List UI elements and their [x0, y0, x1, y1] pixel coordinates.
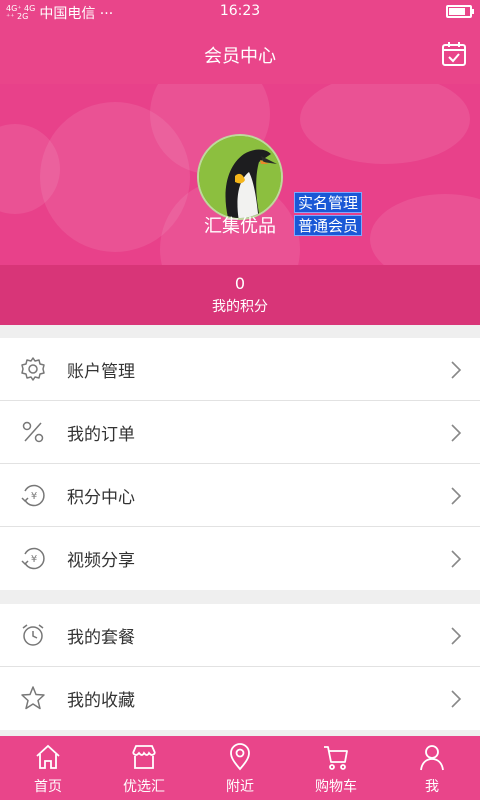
menu-label: 我的订单	[67, 424, 135, 445]
shop-icon	[132, 745, 156, 769]
tab-label: 优选汇	[123, 779, 165, 795]
chevron-right-icon	[451, 627, 462, 645]
yen-exchange-icon: ¥	[21, 547, 45, 570]
svg-text:¥: ¥	[31, 554, 37, 565]
bottom-tab-bar: 首页 优选汇 附近 购物车 我	[0, 736, 480, 800]
chevron-right-icon	[451, 690, 462, 708]
tab-label: 附近	[226, 779, 254, 795]
points-summary[interactable]: 0 我的积分	[0, 265, 480, 325]
profile-header: 汇集优品 实名管理 普通会员	[0, 84, 480, 265]
menu-group-collection: 我的套餐 我的收藏	[0, 604, 480, 730]
location-pin-icon	[230, 743, 250, 771]
menu-item-points-center[interactable]: ¥ 积分中心	[0, 464, 480, 527]
menu-item-orders[interactable]: 我的订单	[0, 401, 480, 464]
calendar-check-icon[interactable]	[440, 40, 468, 68]
menu-label: 账户管理	[67, 361, 135, 382]
menu-item-video-share[interactable]: ¥ 视频分享	[0, 527, 480, 590]
chevron-right-icon	[451, 424, 462, 442]
verify-badge[interactable]: 实名管理	[294, 192, 363, 213]
avatar[interactable]	[197, 134, 283, 220]
page-title: 会员中心	[204, 46, 276, 67]
alarm-clock-icon	[22, 624, 44, 646]
home-icon	[36, 744, 60, 769]
menu-item-favorites[interactable]: 我的收藏	[0, 667, 480, 730]
menu-label: 我的套餐	[67, 627, 135, 648]
nav-bar: 会员中心	[0, 24, 480, 84]
status-time: 16:23	[219, 3, 261, 19]
tab-cart[interactable]: 购物车	[288, 736, 384, 800]
user-icon	[420, 745, 444, 771]
tab-label: 购物车	[315, 779, 357, 795]
penguin-avatar-image	[199, 136, 281, 218]
chevron-right-icon	[451, 361, 462, 379]
chevron-right-icon	[451, 487, 462, 505]
tab-nearby[interactable]: 附近	[192, 736, 288, 800]
menu-item-account[interactable]: 账户管理	[0, 338, 480, 401]
gear-icon	[21, 357, 45, 381]
tab-label: 首页	[34, 779, 62, 795]
battery-icon	[446, 5, 474, 18]
yen-exchange-icon: ¥	[21, 484, 45, 507]
tab-me[interactable]: 我	[384, 736, 480, 800]
member-level-badge[interactable]: 普通会员	[294, 215, 363, 236]
menu-label: 我的收藏	[67, 691, 135, 711]
decor-bubble	[300, 84, 470, 164]
username: 汇集优品	[204, 216, 276, 237]
tab-label: 我	[425, 779, 439, 795]
menu-item-packages[interactable]: 我的套餐	[0, 604, 480, 667]
menu-label: 积分中心	[67, 487, 135, 508]
svg-text:¥: ¥	[31, 491, 37, 502]
star-icon	[21, 686, 45, 710]
cart-icon	[324, 746, 348, 770]
percent-icon	[22, 421, 44, 443]
tab-featured[interactable]: 优选汇	[96, 736, 192, 800]
points-label: 我的积分	[212, 299, 268, 315]
chevron-right-icon	[451, 550, 462, 568]
menu-group-account: 账户管理 我的订单 ¥ 积分中心 ¥ 视频分享	[0, 338, 480, 590]
tab-home[interactable]: 首页	[0, 736, 96, 800]
points-value: 0	[234, 274, 246, 293]
status-bar: 4G⁺ 4G ⁺⁺ 2G 中国电信 ··· 16:23	[0, 0, 480, 24]
menu-label: 视频分享	[67, 551, 135, 571]
